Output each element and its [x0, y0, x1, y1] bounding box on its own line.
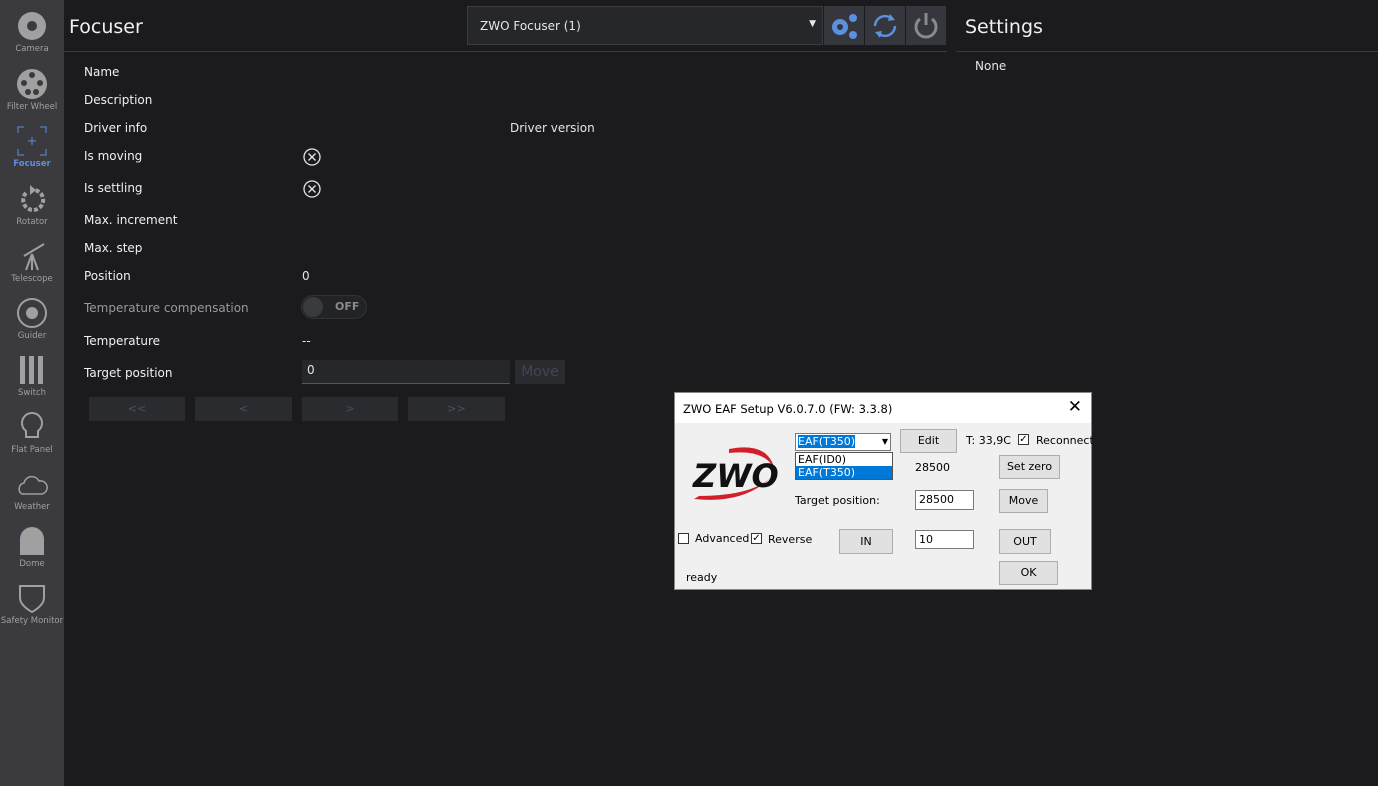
chevron-down-icon: ▼: [881, 437, 888, 446]
camera-aperture-icon: [18, 12, 46, 40]
circle-x-icon: [303, 180, 321, 198]
reverse-checkbox[interactable]: ✓: [751, 533, 762, 544]
sidebar-item-switch[interactable]: Switch: [0, 354, 64, 398]
device-selected: ZWO Focuser (1): [480, 19, 581, 33]
filter-wheel-icon: [17, 69, 47, 99]
dome-icon: [20, 527, 44, 555]
connect-button[interactable]: [906, 6, 946, 45]
description-label: Description: [84, 93, 153, 107]
step-input[interactable]: 10: [915, 530, 974, 549]
temp-comp-label: Temperature compensation: [84, 301, 249, 315]
is-moving-label: Is moving: [84, 149, 143, 163]
ok-button[interactable]: OK: [999, 561, 1058, 585]
max-step-label: Max. step: [84, 241, 143, 255]
divider: [956, 51, 1378, 52]
divider: [64, 51, 947, 52]
move-in-small-button[interactable]: <: [195, 397, 292, 421]
device-dropdown-list: EAF(ID0) EAF(T350): [795, 452, 893, 480]
reverse-label: Reverse: [768, 533, 813, 546]
sidebar-item-filter-wheel[interactable]: Filter Wheel: [0, 68, 64, 112]
sidebar-item-rotator[interactable]: Rotator: [0, 185, 64, 227]
lightbulb-icon: [21, 412, 43, 438]
device-selector[interactable]: ZWO Focuser (1) ▼: [467, 6, 823, 45]
shield-icon: [19, 585, 45, 614]
in-button[interactable]: IN: [839, 529, 893, 554]
move-button[interactable]: Move: [999, 489, 1048, 513]
sidebar-item-safety-monitor[interactable]: Safety Monitor: [0, 582, 64, 626]
switch-icon: [20, 356, 43, 384]
max-increment-label: Max. increment: [84, 213, 178, 227]
svg-text:ZWO: ZWO: [692, 457, 779, 495]
option-eaf-t350[interactable]: EAF(T350): [796, 466, 892, 479]
device-combo[interactable]: EAF(T350) ▼: [795, 433, 891, 451]
position-label: Position: [84, 269, 131, 283]
sidebar: Camera Filter Wheel Focuser Rotator Tele…: [0, 0, 64, 786]
move-out-large-button[interactable]: >>: [408, 397, 505, 421]
name-label: Name: [84, 65, 120, 79]
reconnect-checkbox[interactable]: ✓: [1018, 434, 1029, 445]
sidebar-item-flat-panel[interactable]: Flat Panel: [0, 411, 64, 455]
sidebar-item-focuser[interactable]: Focuser: [0, 125, 64, 169]
option-eaf-id0[interactable]: EAF(ID0): [796, 453, 892, 466]
settings-title: Settings: [965, 16, 1043, 38]
temperature-label: Temperature: [84, 334, 161, 348]
target-position-input[interactable]: 0: [302, 360, 510, 384]
focuser-icon: [17, 126, 47, 156]
current-position: 28500: [915, 461, 950, 474]
combo-selected: EAF(T350): [798, 435, 856, 448]
circle-x-icon: [303, 148, 321, 166]
out-button[interactable]: OUT: [999, 529, 1051, 554]
move-out-small-button[interactable]: >: [302, 397, 398, 421]
sidebar-item-dome[interactable]: Dome: [0, 525, 64, 569]
rotator-icon: [21, 185, 46, 212]
dialog-titlebar: ZWO EAF Setup V6.0.7.0 (FW: 3.3.8) ✕: [675, 393, 1091, 423]
telescope-icon: [23, 243, 45, 271]
temperature-value: --: [302, 334, 311, 348]
target-position-input[interactable]: 28500: [915, 490, 974, 510]
dialog-title: ZWO EAF Setup V6.0.7.0 (FW: 3.3.8): [683, 402, 893, 416]
target-position-label: Target position: [84, 366, 173, 380]
close-icon[interactable]: ✕: [1068, 397, 1082, 417]
reconnect-label: Reconnect: [1036, 434, 1094, 447]
move-button[interactable]: Move: [515, 360, 565, 384]
page-title: Focuser: [69, 16, 143, 38]
zwo-logo: ZWO: [692, 447, 779, 500]
cloud-icon: [18, 475, 48, 495]
temperature-readout: T: 33,9C: [966, 434, 1011, 447]
sidebar-item-telescope[interactable]: Telescope: [0, 240, 64, 284]
refresh-button[interactable]: [865, 6, 905, 45]
edit-button[interactable]: Edit: [900, 429, 957, 453]
target-position-label: Target position:: [795, 494, 880, 507]
move-in-large-button[interactable]: <<: [89, 397, 185, 421]
sidebar-item-camera[interactable]: Camera: [0, 10, 64, 54]
advanced-checkbox[interactable]: [678, 533, 689, 544]
sidebar-item-weather[interactable]: Weather: [0, 468, 64, 512]
position-value: 0: [302, 269, 310, 283]
temp-comp-toggle[interactable]: OFF: [301, 295, 367, 319]
chevron-down-icon: ▼: [809, 19, 816, 29]
guider-icon: [17, 298, 47, 328]
advanced-label: Advanced: [695, 532, 750, 545]
settings-value: None: [975, 59, 1007, 73]
gears-icon: [832, 13, 857, 39]
driver-info-label: Driver info: [84, 121, 148, 135]
driver-version-label: Driver version: [510, 121, 595, 135]
status-text: ready: [686, 571, 718, 584]
power-icon: [914, 12, 938, 38]
is-settling-label: Is settling: [84, 181, 143, 195]
sidebar-item-guider[interactable]: Guider: [0, 297, 64, 341]
settings-button[interactable]: [824, 6, 864, 45]
refresh-icon: [873, 13, 897, 38]
eaf-setup-dialog: ZWO EAF Setup V6.0.7.0 (FW: 3.3.8) ✕ ZWO …: [674, 392, 1094, 590]
toggle-state: OFF: [335, 300, 360, 313]
set-zero-button[interactable]: Set zero: [999, 455, 1060, 479]
